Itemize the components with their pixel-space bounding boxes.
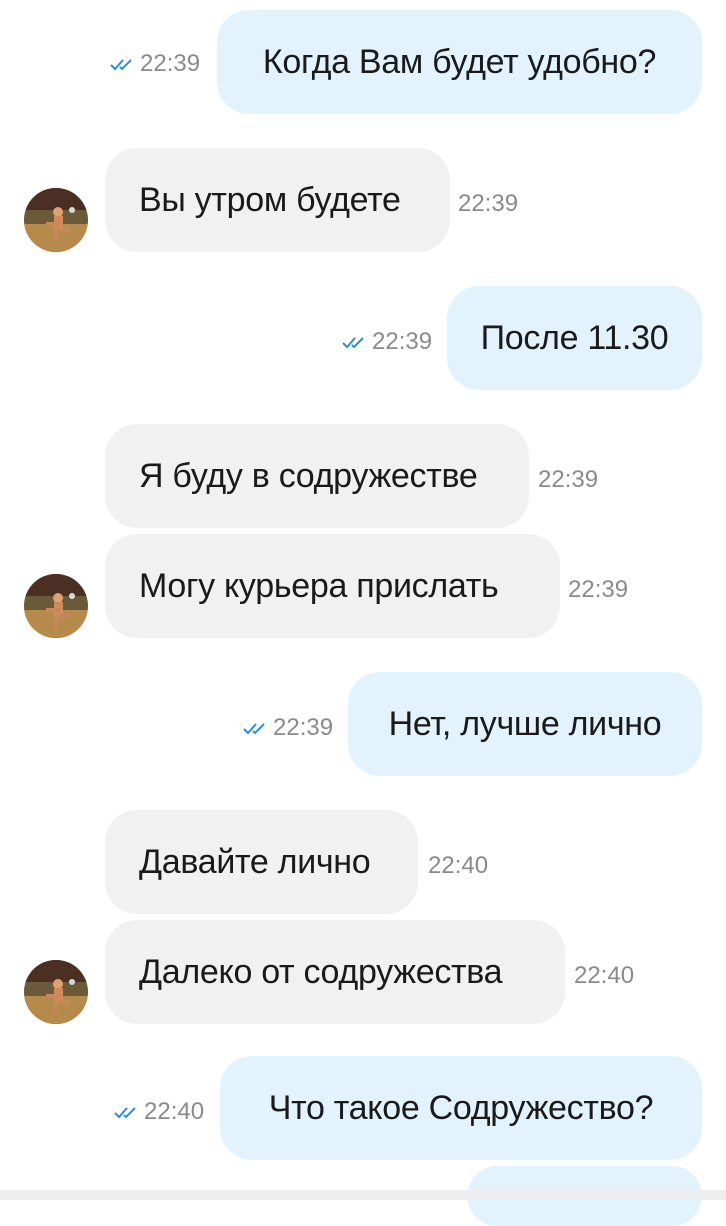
message-meta: 22:39 xyxy=(538,466,598,494)
double-check-icon xyxy=(342,337,364,349)
incoming-message[interactable]: Давайте лично xyxy=(105,810,418,914)
message-text: Когда Вам будет удобно? xyxy=(262,42,657,81)
incoming-message[interactable]: Вы утром будете xyxy=(105,148,450,252)
outgoing-message[interactable]: Когда Вам будет удобно? xyxy=(217,10,702,114)
message-meta: 22:40 xyxy=(114,1098,204,1126)
double-check-icon xyxy=(243,723,265,735)
incoming-message[interactable]: Я буду в содружестве xyxy=(105,424,529,528)
message-text: Далеко от содружества xyxy=(139,952,503,991)
message-text: Я буду в содружестве xyxy=(139,456,478,495)
chat-thread: 22:39 Когда Вам будет удобно? Вы утром б… xyxy=(0,0,726,1226)
message-meta: 22:39 xyxy=(458,190,518,218)
message-time: 22:40 xyxy=(428,852,489,879)
message-text: Давайте лично xyxy=(139,842,371,881)
avatar-image xyxy=(24,188,88,252)
double-check-icon xyxy=(114,1107,136,1119)
avatar[interactable] xyxy=(24,188,88,252)
message-meta: 22:40 xyxy=(428,852,488,880)
message-time: 22:39 xyxy=(568,576,629,603)
outgoing-message[interactable]: Что такое Содружество? xyxy=(220,1056,702,1160)
message-text: Что такое Содружество? xyxy=(268,1088,654,1127)
outgoing-message[interactable]: После 11.30 xyxy=(447,286,702,390)
message-time: 22:39 xyxy=(458,190,519,217)
avatar-image xyxy=(24,574,88,638)
message-time: 22:39 xyxy=(140,50,201,77)
message-text: После 11.30 xyxy=(480,318,669,357)
message-time: 22:40 xyxy=(574,962,635,989)
message-meta: 22:39 xyxy=(568,576,628,604)
message-text: Могу курьера прислать xyxy=(139,566,499,605)
avatar[interactable] xyxy=(24,574,88,638)
message-meta: 22:39 xyxy=(342,328,432,356)
message-time: 22:39 xyxy=(372,328,433,355)
avatar-image xyxy=(24,960,88,1024)
message-text: Нет, лучше лично xyxy=(388,704,662,743)
message-meta: 22:39 xyxy=(110,50,200,78)
message-text: Вы утром будете xyxy=(139,180,401,219)
message-meta: 22:39 xyxy=(243,714,333,742)
message-time: 22:40 xyxy=(144,1098,205,1125)
incoming-message[interactable]: Далеко от содружества xyxy=(105,920,565,1024)
message-meta: 22:40 xyxy=(574,962,634,990)
message-time: 22:39 xyxy=(273,714,334,741)
message-time: 22:39 xyxy=(538,466,599,493)
avatar[interactable] xyxy=(24,960,88,1024)
incoming-message[interactable]: Могу курьера прислать xyxy=(105,534,560,638)
outgoing-message[interactable]: Нет, лучше лично xyxy=(348,672,702,776)
double-check-icon xyxy=(110,59,132,71)
bottom-edge xyxy=(0,1190,726,1200)
